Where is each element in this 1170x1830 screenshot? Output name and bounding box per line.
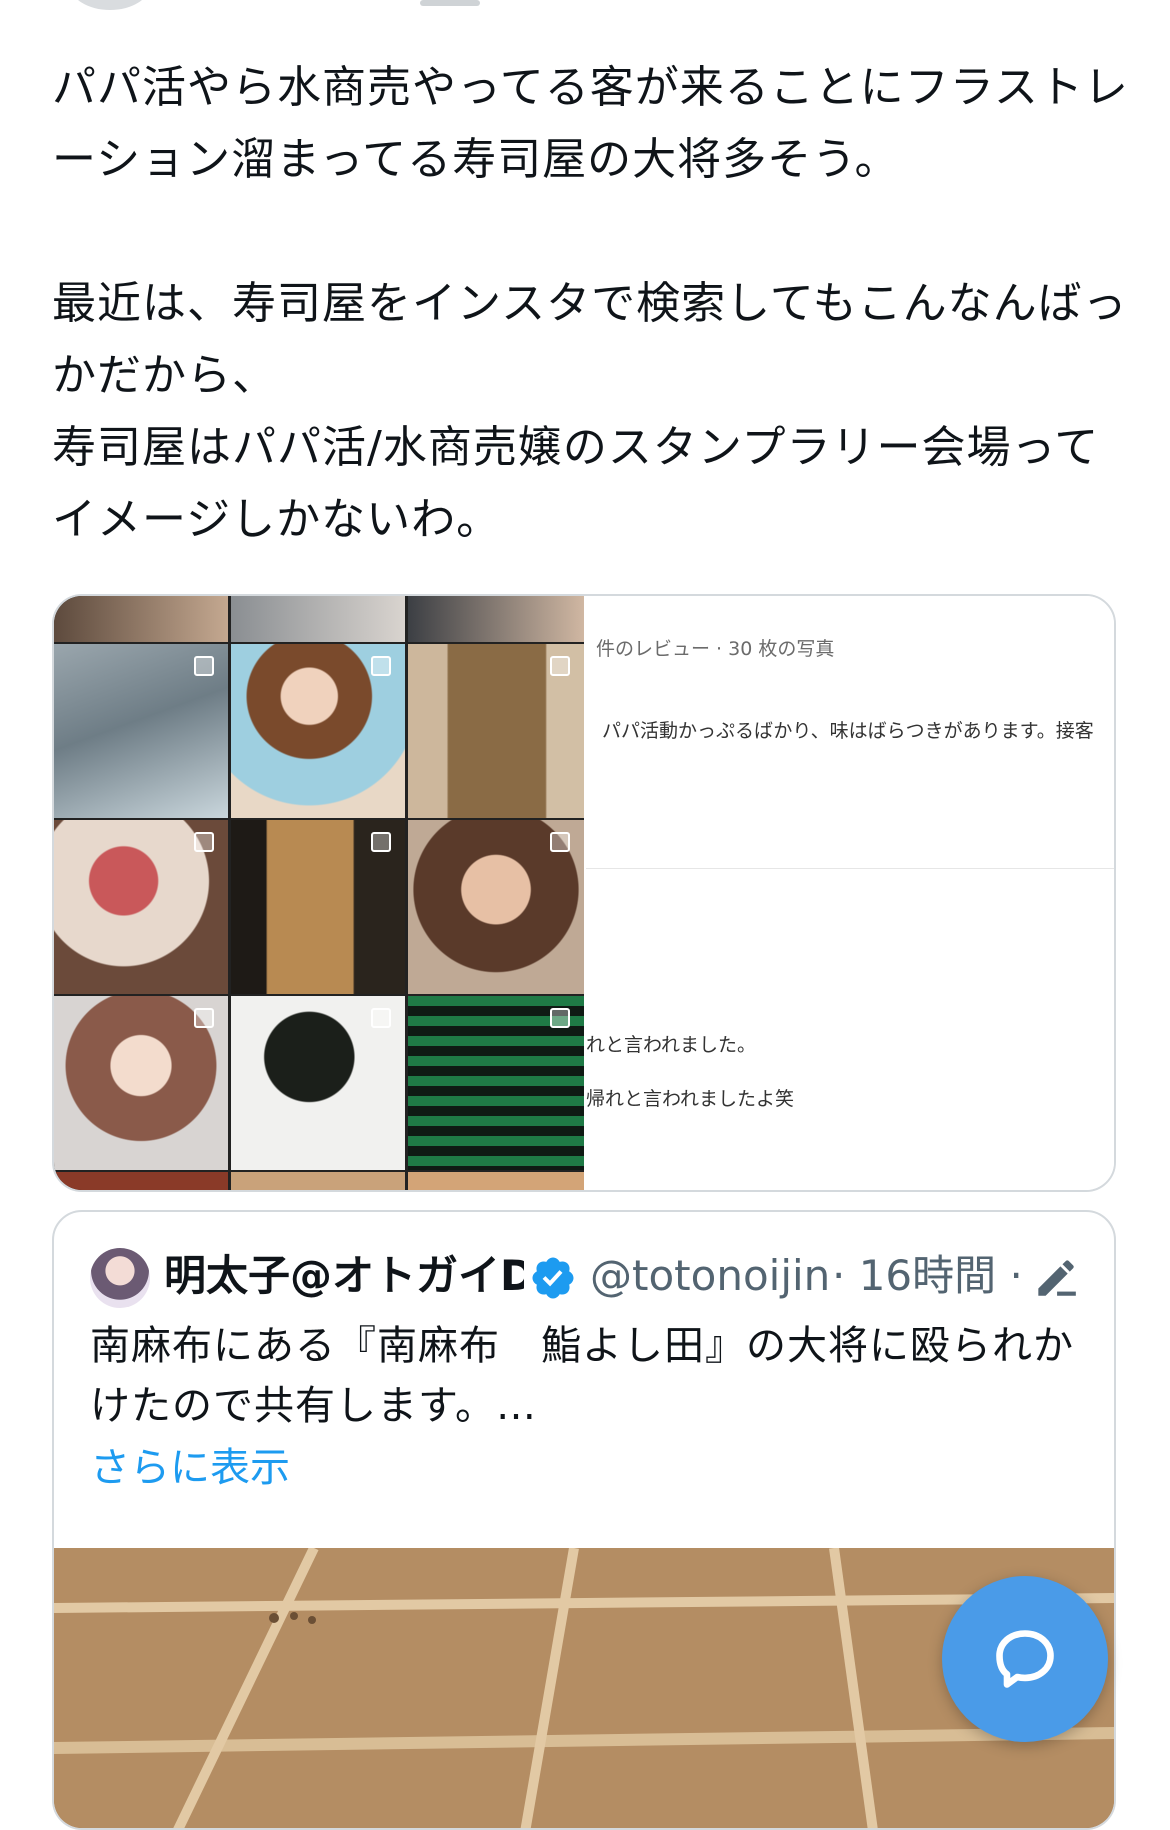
photo-thumbnail — [54, 596, 228, 642]
photo-thumbnail — [54, 1172, 228, 1190]
tweet-image[interactable]: 件のレビュー · 30 枚の写真 パパ活動かっぷるばかり、味はばらつきがあります… — [52, 594, 1116, 1192]
photo-thumbnail — [231, 596, 405, 642]
quote-author-avatar[interactable] — [90, 1248, 150, 1308]
show-more-link[interactable]: さらに表示 — [90, 1438, 290, 1498]
instagram-photo-grid — [54, 596, 584, 1190]
quote-text: 南麻布にある『南麻布 鮨よし田』の大将に殴られかけたので共有します。… — [90, 1323, 1074, 1429]
photo-thumbnail — [408, 596, 584, 642]
review-header: 件のレビュー · 30 枚の写真 — [596, 638, 835, 660]
photo-thumbnail — [231, 644, 405, 818]
photo-thumbnail — [54, 644, 228, 818]
photo-thumbnail — [231, 996, 405, 1170]
tweet-paragraph-1: パパ活やら水商売やってる客が来ることにフラストレーション溜まってる寿司屋の大将多… — [52, 62, 1129, 185]
reply-bubble-icon — [996, 1630, 1054, 1688]
quote-author-name[interactable]: 明太子@オトガイD — [164, 1246, 524, 1306]
tweet-paragraph-2: 最近は、寿司屋をインスタで検索してもこんなんばっかだから、 — [52, 278, 1128, 401]
photo-thumbnail — [54, 820, 228, 994]
photo-thumbnail — [231, 1172, 405, 1190]
quoted-tweet[interactable]: 明太子@オトガイD @totonoijins · 16時間 · 南麻布にある『南… — [52, 1210, 1116, 1830]
reply-fab-button[interactable] — [942, 1576, 1108, 1742]
tweet-body: パパ活やら水商売やってる客が来ることにフラストレーション溜まってる寿司屋の大将多… — [52, 52, 1132, 556]
photo-thumbnail — [408, 644, 584, 818]
verified-badge-icon — [532, 1257, 574, 1299]
review-line: れと言われました。 — [586, 1034, 757, 1056]
edit-pencil-icon — [1038, 1260, 1076, 1296]
photo-thumbnail — [408, 1172, 584, 1190]
quote-timestamp[interactable]: · 16時間 · — [832, 1246, 1023, 1306]
review-line: 帰れと言われましたよ笑 — [586, 1088, 795, 1110]
author-name-partial — [420, 0, 480, 6]
review-divider — [586, 868, 1114, 869]
tweet-paragraph-3: 寿司屋はパパ活/水商売嬢のスタンプラリー会場ってイメージしかないわ。 — [52, 422, 1100, 545]
photo-thumbnail — [54, 996, 228, 1170]
photo-thumbnail — [408, 996, 584, 1170]
review-panel: 件のレビュー · 30 枚の写真 パパ活動かっぷるばかり、味はばらつきがあります… — [586, 596, 1114, 1190]
photo-thumbnail — [408, 820, 584, 994]
review-line: パパ活動かっぷるばかり、味はばらつきがあります。接客 — [602, 720, 1094, 742]
author-avatar-partial[interactable] — [70, 0, 150, 10]
photo-thumbnail — [231, 820, 405, 994]
quote-author-handle[interactable]: @totonoijins — [590, 1246, 830, 1306]
